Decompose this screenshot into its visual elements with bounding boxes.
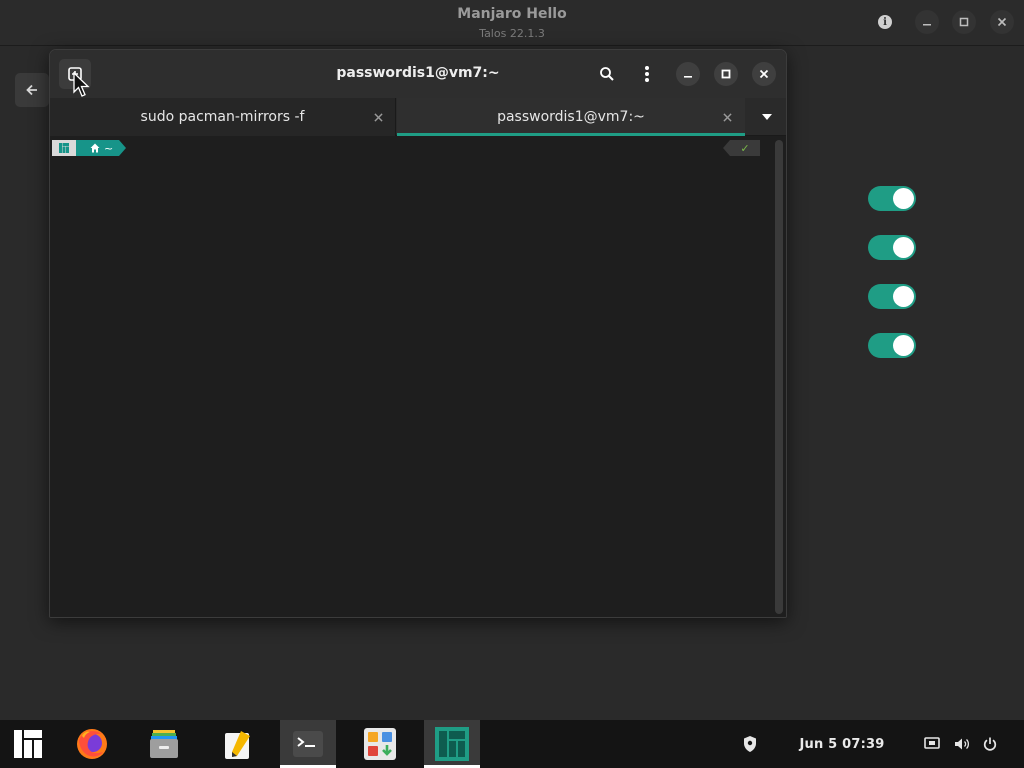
power-icon [983,737,997,751]
window-title: Manjaro Hello [457,6,567,22]
minimize-icon [684,76,692,78]
minimize-icon [923,24,931,26]
toggle-knob [893,335,914,356]
close-button[interactable] [990,10,1014,34]
close-icon [997,17,1007,27]
toggle-knob [893,237,914,258]
volume-icon [955,738,970,750]
tab-label: passwordis1@vm7:~ [497,109,645,125]
shell-prompt: ~ [52,140,127,156]
taskbar-file-manager[interactable] [136,720,192,768]
prompt-directory-segment: ~ [76,140,127,156]
software-center-icon [364,728,396,760]
file-manager-icon [150,730,178,758]
terminal-minimize-button[interactable] [676,62,700,86]
taskbar: Jun 5 07:39 [0,720,1024,768]
maximize-button[interactable] [952,10,976,34]
manjaro-logo-icon [59,143,69,153]
chevron-down-icon [762,114,772,120]
status-ok-icon: ✓ [740,141,750,155]
tab-list-dropdown[interactable] [756,108,778,126]
toggle-switch-3[interactable] [868,284,916,309]
close-icon [722,112,732,122]
back-button[interactable] [15,73,49,107]
toggle-switch-4[interactable] [868,333,916,358]
minimize-button[interactable] [915,10,939,34]
toggle-knob [893,188,914,209]
mouse-cursor-icon [73,72,90,97]
terminal-close-button[interactable] [752,62,776,86]
search-icon [600,67,614,81]
tab-passwordis1-vm7[interactable]: passwordis1@vm7:~ [397,98,745,136]
taskbar-clock[interactable]: Jun 5 07:39 [790,720,894,768]
maximize-icon [721,69,731,79]
arrow-left-icon [26,84,37,96]
terminal-scrollbar[interactable] [775,140,783,614]
prompt-status-segment: ✓ [723,140,760,156]
text-editor-icon [225,731,250,759]
tray-security[interactable] [738,720,762,768]
about-button[interactable]: i [873,10,897,34]
firefox-icon [77,729,107,759]
tab-close-button[interactable] [370,109,386,125]
terminal-window: passwordis1@vm7:~ sudo pacman-mirrors -f [49,49,787,618]
terminal-maximize-button[interactable] [714,62,738,86]
terminal-headerbar: passwordis1@vm7:~ [50,50,786,98]
close-icon [759,69,769,79]
taskbar-software-center[interactable] [352,720,408,768]
maximize-icon [959,17,969,27]
tab-close-button[interactable] [719,109,735,125]
terminal-output[interactable]: ~ ✓ [50,136,786,617]
toggle-knob [893,286,914,307]
prompt-directory: ~ [104,141,114,155]
window-subtitle: Talos 22.1.3 [479,27,545,40]
search-button[interactable] [595,62,619,86]
info-icon: i [878,15,892,29]
manjaro-menu-icon [14,730,42,758]
close-icon [373,112,383,122]
taskbar-terminal[interactable] [280,720,336,768]
taskbar-app-menu[interactable] [0,720,56,768]
shield-icon [744,736,756,752]
terminal-icon [293,731,323,757]
tab-sudo-pacman-mirrors[interactable]: sudo pacman-mirrors -f [50,98,396,136]
taskbar-manjaro-hello[interactable] [424,720,480,768]
manjaro-hello-headerbar: Manjaro Hello Talos 22.1.3 i [0,0,1024,46]
prompt-os-segment [52,140,83,156]
kebab-menu-icon [645,66,649,82]
tab-bar: sudo pacman-mirrors -f passwordis1@vm7:~ [50,98,786,136]
network-wired-icon [924,737,940,749]
tray-network[interactable] [920,720,944,768]
manjaro-hello-icon [435,727,469,761]
taskbar-text-editor[interactable] [210,720,266,768]
toggle-switch-2[interactable] [868,235,916,260]
tray-volume[interactable] [950,720,974,768]
menu-button[interactable] [635,62,659,86]
tab-label: sudo pacman-mirrors -f [140,109,305,125]
tray-power[interactable] [978,720,1002,768]
home-icon [90,143,100,153]
taskbar-firefox[interactable] [64,720,120,768]
toggle-switch-1[interactable] [868,186,916,211]
